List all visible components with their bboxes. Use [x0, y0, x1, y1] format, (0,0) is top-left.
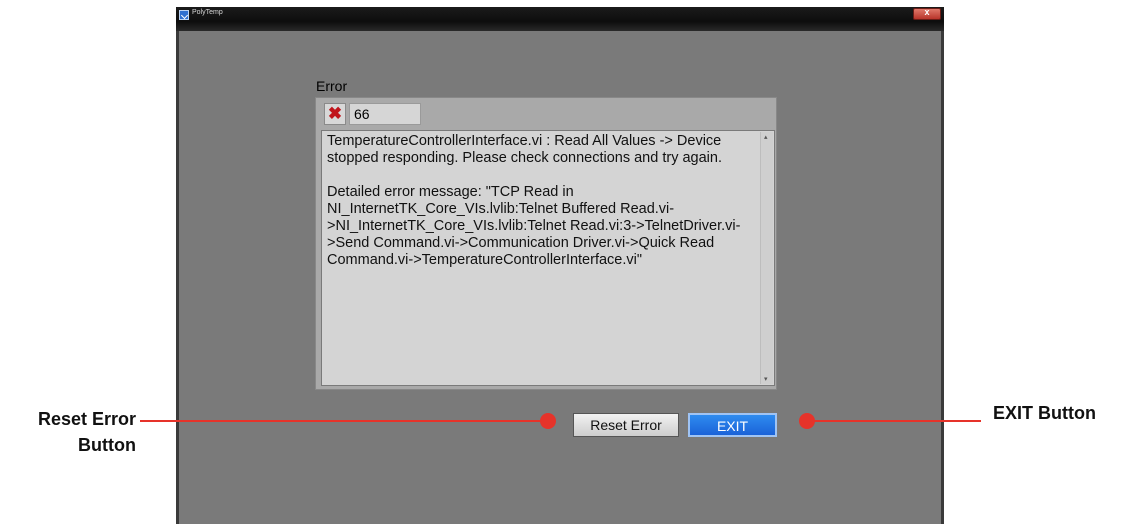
window-title: PolyTemp [192, 9, 223, 16]
scroll-up-icon[interactable]: ▴ [764, 133, 768, 141]
vertical-scrollbar[interactable]: ▴ ▾ [760, 132, 773, 384]
exit-callout-line [803, 420, 981, 422]
exit-button[interactable]: EXIT [688, 413, 777, 437]
close-button[interactable]: x [913, 7, 941, 20]
reset-annotation-line1: Reset Error [37, 409, 136, 429]
close-icon: x [924, 7, 930, 17]
app-icon [179, 10, 189, 20]
exit-annotation: EXIT Button [993, 403, 1096, 423]
title-bar[interactable]: PolyTemp x [176, 7, 944, 31]
exit-callout-dot [799, 413, 815, 429]
error-cluster-label: Error [316, 78, 348, 94]
error-source-textbox[interactable]: TemperatureControllerInterface.vi : Read… [321, 130, 775, 386]
reset-callout-dot [540, 413, 556, 429]
error-cluster: ✖ 66 TemperatureControllerInterface.vi :… [315, 97, 777, 390]
reset-annotation-line2: Button [78, 435, 136, 455]
error-code-field[interactable]: 66 [349, 103, 421, 125]
polytemp-window: PolyTemp x Error ✖ 66 TemperatureControl… [176, 7, 944, 524]
error-source-text: TemperatureControllerInterface.vi : Read… [327, 133, 741, 268]
window-frame-left [176, 31, 179, 524]
reset-error-button[interactable]: Reset Error [573, 413, 679, 437]
scroll-down-icon[interactable]: ▾ [764, 375, 768, 383]
reset-error-annotation: Reset Error Button [38, 406, 136, 458]
reset-callout-line [140, 420, 548, 422]
window-frame-right [941, 31, 944, 524]
error-x-icon: ✖ [324, 103, 346, 125]
